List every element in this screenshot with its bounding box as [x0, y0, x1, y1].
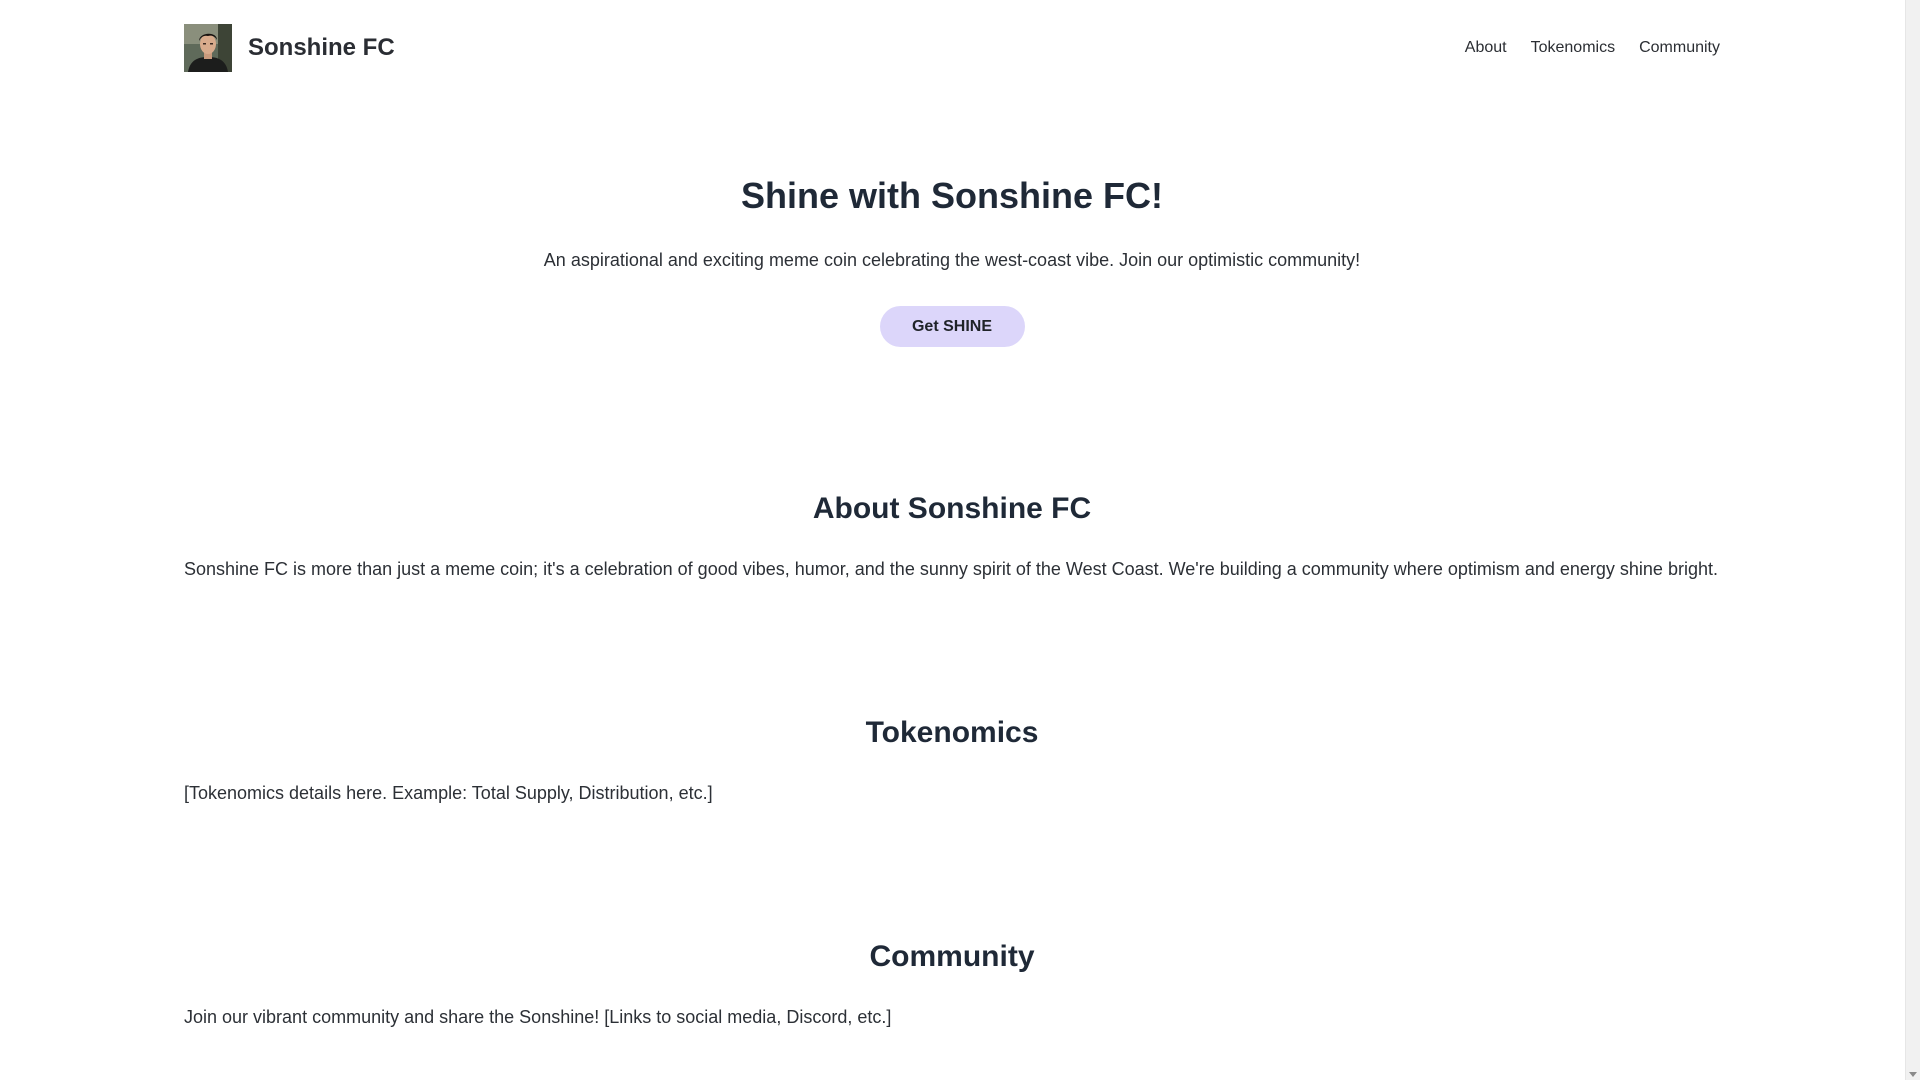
nav-link-community[interactable]: Community — [1639, 39, 1720, 57]
community-heading: Community — [869, 940, 1035, 973]
hero-subtitle: An aspirational and exciting meme coin c… — [543, 250, 1361, 270]
avatar — [184, 23, 232, 72]
nav-link-tokenomics[interactable]: Tokenomics — [1531, 39, 1615, 57]
scroll-down-arrow-icon[interactable] — [1909, 1072, 1917, 1077]
about-section: About Sonshine FC Sonshine FC is more th… — [184, 491, 1720, 582]
about-heading: About Sonshine FC — [812, 492, 1092, 525]
tokenomics-section: Tokenomics [Tokenomics details here. Exa… — [184, 715, 1720, 806]
main-nav: About Tokenomics Community — [1465, 39, 1720, 57]
main-container: Sonshine FC About Tokenomics Community S… — [184, 0, 1720, 1027]
brand-name: Sonshine FC — [248, 33, 395, 61]
vertical-scrollbar[interactable] — [1905, 0, 1920, 1080]
site-header: Sonshine FC About Tokenomics Community — [184, 0, 1720, 95]
get-shine-button[interactable]: Get SHINE — [879, 306, 1025, 347]
hero-section: Shine with Sonshine FC! An aspirational … — [184, 95, 1720, 347]
hero-title: Shine with Sonshine FC! — [741, 175, 1163, 216]
page: Sonshine FC About Tokenomics Community S… — [0, 0, 1905, 1080]
tokenomics-body: [Tokenomics details here. Example: Total… — [184, 783, 713, 803]
tokenomics-heading: Tokenomics — [865, 716, 1039, 749]
nav-link-about[interactable]: About — [1465, 39, 1507, 57]
community-section: Community Join our vibrant community and… — [184, 939, 1720, 1030]
community-body: Join our vibrant community and share the… — [184, 1007, 892, 1027]
about-body: Sonshine FC is more than just a meme coi… — [184, 559, 1718, 579]
brand[interactable]: Sonshine FC — [184, 23, 395, 72]
